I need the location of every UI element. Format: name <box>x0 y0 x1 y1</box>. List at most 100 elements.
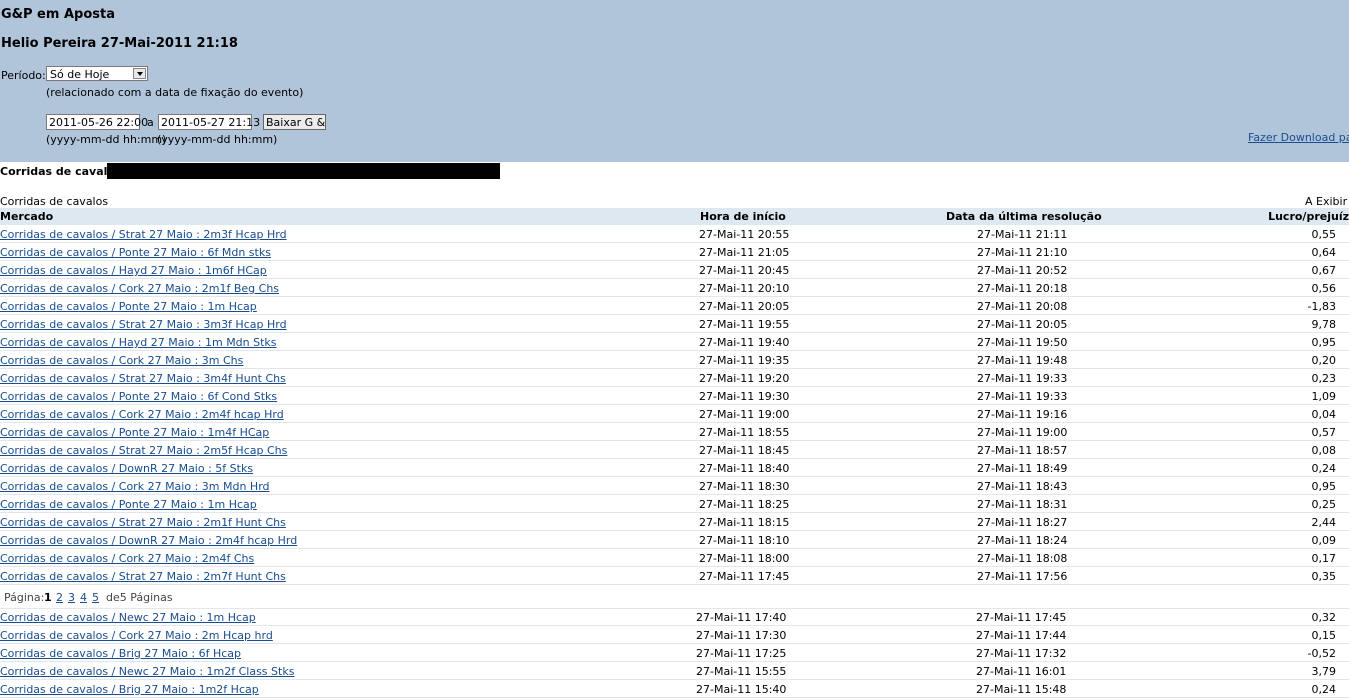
start-time: 27-Mai-11 19:00 <box>699 408 790 421</box>
table-row: Corridas de cavalos / Brig 27 Maio : 1m2… <box>0 680 1349 698</box>
market-link[interactable]: Corridas de cavalos / Strat 27 Maio : 2m… <box>0 444 287 457</box>
download-pl-button[interactable]: Baixar G & P <box>263 114 326 130</box>
table-row: Corridas de cavalos / Cork 27 Maio : 2m … <box>0 626 1349 644</box>
start-time: 27-Mai-11 18:15 <box>699 516 790 529</box>
user-date-line: Helio Pereira 27-Mai-2011 21:18 <box>1 36 238 51</box>
settled-time: 27-Mai-11 17:44 <box>976 629 1067 642</box>
profit-loss: 0,32 <box>1311 611 1337 624</box>
settled-time: 27-Mai-11 17:56 <box>977 570 1068 583</box>
market-link[interactable]: Corridas de cavalos / Strat 27 Maio : 2m… <box>0 516 286 529</box>
table-row: Corridas de cavalos / Ponte 27 Maio : 1m… <box>0 495 1349 513</box>
market-link[interactable]: Corridas de cavalos / Hayd 27 Maio : 1m6… <box>0 264 267 277</box>
market-link[interactable]: Corridas de cavalos / Newc 27 Maio : 1m2… <box>0 665 294 678</box>
profit-loss: 9,78 <box>1311 318 1337 331</box>
market-link[interactable]: Corridas de cavalos / Cork 27 Maio : 3m … <box>0 480 270 493</box>
start-time: 27-Mai-11 21:05 <box>699 246 790 259</box>
pager-page-4[interactable]: 4 <box>80 591 87 604</box>
settled-time: 27-Mai-11 17:32 <box>976 647 1067 660</box>
settled-time: 27-Mai-11 18:27 <box>977 516 1068 529</box>
settled-time: 27-Mai-11 18:57 <box>977 444 1068 457</box>
market-link[interactable]: Corridas de cavalos / Cork 27 Maio : 2m4… <box>0 552 254 565</box>
pager-page-5[interactable]: 5 <box>92 591 99 604</box>
pager-suffix: de5 Páginas <box>106 591 173 604</box>
settled-time: 27-Mai-11 15:48 <box>976 683 1067 696</box>
period-select-value: Só de Hoje <box>50 68 110 81</box>
profit-loss: 0,09 <box>1311 534 1337 547</box>
market-link[interactable]: Corridas de cavalos / Ponte 27 Maio : 1m… <box>0 498 257 511</box>
profit-loss: 0,67 <box>1311 264 1337 277</box>
settled-time: 27-Mai-11 17:45 <box>976 611 1067 624</box>
start-time: 27-Mai-11 18:40 <box>699 462 790 475</box>
table-row: Corridas de cavalos / DownR 27 Maio : 5f… <box>0 459 1349 477</box>
start-time: 27-Mai-11 19:40 <box>699 336 790 349</box>
table-header: Mercado Hora de início Data da última re… <box>0 208 1349 225</box>
start-time: 27-Mai-11 18:00 <box>699 552 790 565</box>
table-row: Corridas de cavalos / Newc 27 Maio : 1m … <box>0 608 1349 626</box>
profit-loss: 0,24 <box>1311 462 1337 475</box>
profit-loss: 3,79 <box>1311 665 1337 678</box>
period-select[interactable]: Só de Hoje <box>46 66 148 81</box>
start-time: 27-Mai-11 18:30 <box>699 480 790 493</box>
download-link[interactable]: Fazer Download para <box>1248 131 1349 144</box>
range-separator: a <box>147 116 154 129</box>
pager-page-2[interactable]: 2 <box>56 591 63 604</box>
market-link[interactable]: Corridas de cavalos / Brig 27 Maio : 1m2… <box>0 683 259 696</box>
market-link[interactable]: Corridas de cavalos / DownR 27 Maio : 5f… <box>0 462 253 475</box>
start-time: 27-Mai-11 19:20 <box>699 372 790 385</box>
market-link[interactable]: Corridas de cavalos / Cork 27 Maio : 2m … <box>0 629 273 642</box>
market-link[interactable]: Corridas de cavalos / Brig 27 Maio : 6f … <box>0 647 241 660</box>
table-row: Corridas de cavalos / Ponte 27 Maio : 1m… <box>0 297 1349 315</box>
to-date-input[interactable]: 2011-05-27 21:13 <box>158 114 260 130</box>
market-link[interactable]: Corridas de cavalos / Strat 27 Maio : 2m… <box>0 228 287 241</box>
settled-time: 27-Mai-11 19:33 <box>977 372 1068 385</box>
table-row: Corridas de cavalos / Brig 27 Maio : 6f … <box>0 644 1349 662</box>
market-link[interactable]: Corridas de cavalos / Strat 27 Maio : 3m… <box>0 318 287 331</box>
profit-loss: 0,95 <box>1311 480 1337 493</box>
start-time: 27-Mai-11 17:45 <box>699 570 790 583</box>
profit-loss: 0,56 <box>1311 282 1337 295</box>
pager-page-3[interactable]: 3 <box>68 591 75 604</box>
start-time: 27-Mai-11 18:25 <box>699 498 790 511</box>
table-row: Corridas de cavalos / Strat 27 Maio : 3m… <box>0 315 1349 333</box>
start-time: 27-Mai-11 20:55 <box>699 228 790 241</box>
market-link[interactable]: Corridas de cavalos / DownR 27 Maio : 2m… <box>0 534 297 547</box>
start-time: 27-Mai-11 18:55 <box>699 426 790 439</box>
market-link[interactable]: Corridas de cavalos / Ponte 27 Maio : 6f… <box>0 390 277 403</box>
start-time: 27-Mai-11 20:05 <box>699 300 790 313</box>
to-format-hint: (yyyy-mm-dd hh:mm) <box>157 133 278 146</box>
market-link[interactable]: Corridas de cavalos / Cork 27 Maio : 3m … <box>0 354 243 367</box>
settled-time: 27-Mai-11 19:00 <box>977 426 1068 439</box>
market-link[interactable]: Corridas de cavalos / Hayd 27 Maio : 1m … <box>0 336 277 349</box>
chevron-down-icon[interactable] <box>133 68 146 79</box>
start-time: 27-Mai-11 17:25 <box>696 647 787 660</box>
from-date-input[interactable]: 2011-05-26 22:00 <box>46 114 148 130</box>
table-row: Corridas de cavalos / Newc 27 Maio : 1m2… <box>0 662 1349 680</box>
table-row: Corridas de cavalos / Cork 27 Maio : 2m1… <box>0 279 1349 297</box>
profit-loss: -0,52 <box>1307 647 1336 660</box>
market-link[interactable]: Corridas de cavalos / Cork 27 Maio : 2m4… <box>0 408 284 421</box>
market-link[interactable]: Corridas de cavalos / Ponte 27 Maio : 1m… <box>0 426 269 439</box>
pager-current: 1 <box>44 591 52 604</box>
table-row: Corridas de cavalos / Cork 27 Maio : 2m4… <box>0 549 1349 567</box>
market-link[interactable]: Corridas de cavalos / Ponte 27 Maio : 6f… <box>0 246 271 259</box>
table-row: Corridas de cavalos / Hayd 27 Maio : 1m6… <box>0 261 1349 279</box>
col-start: Hora de início <box>700 210 786 223</box>
market-link[interactable]: Corridas de cavalos / Strat 27 Maio : 2m… <box>0 570 286 583</box>
market-link[interactable]: Corridas de cavalos / Strat 27 Maio : 3m… <box>0 372 286 385</box>
market-link[interactable]: Corridas de cavalos / Cork 27 Maio : 2m1… <box>0 282 279 295</box>
settled-time: 27-Mai-11 18:08 <box>977 552 1068 565</box>
settled-time: 27-Mai-11 19:33 <box>977 390 1068 403</box>
start-time: 27-Mai-11 19:55 <box>699 318 790 331</box>
start-time: 27-Mai-11 15:55 <box>696 665 787 678</box>
start-time: 27-Mai-11 18:45 <box>699 444 790 457</box>
profit-loss: 0,25 <box>1311 498 1337 511</box>
profit-loss: 2,44 <box>1311 516 1337 529</box>
from-format-hint: (yyyy-mm-dd hh:mm) <box>46 133 167 146</box>
start-time: 27-Mai-11 15:40 <box>696 683 787 696</box>
market-link[interactable]: Corridas de cavalos / Ponte 27 Maio : 1m… <box>0 300 257 313</box>
start-time: 27-Mai-11 19:30 <box>699 390 790 403</box>
settled-time: 27-Mai-11 18:24 <box>977 534 1068 547</box>
profit-loss: 0,15 <box>1311 629 1337 642</box>
table-row: Corridas de cavalos / Cork 27 Maio : 3m … <box>0 477 1349 495</box>
market-link[interactable]: Corridas de cavalos / Newc 27 Maio : 1m … <box>0 611 256 624</box>
